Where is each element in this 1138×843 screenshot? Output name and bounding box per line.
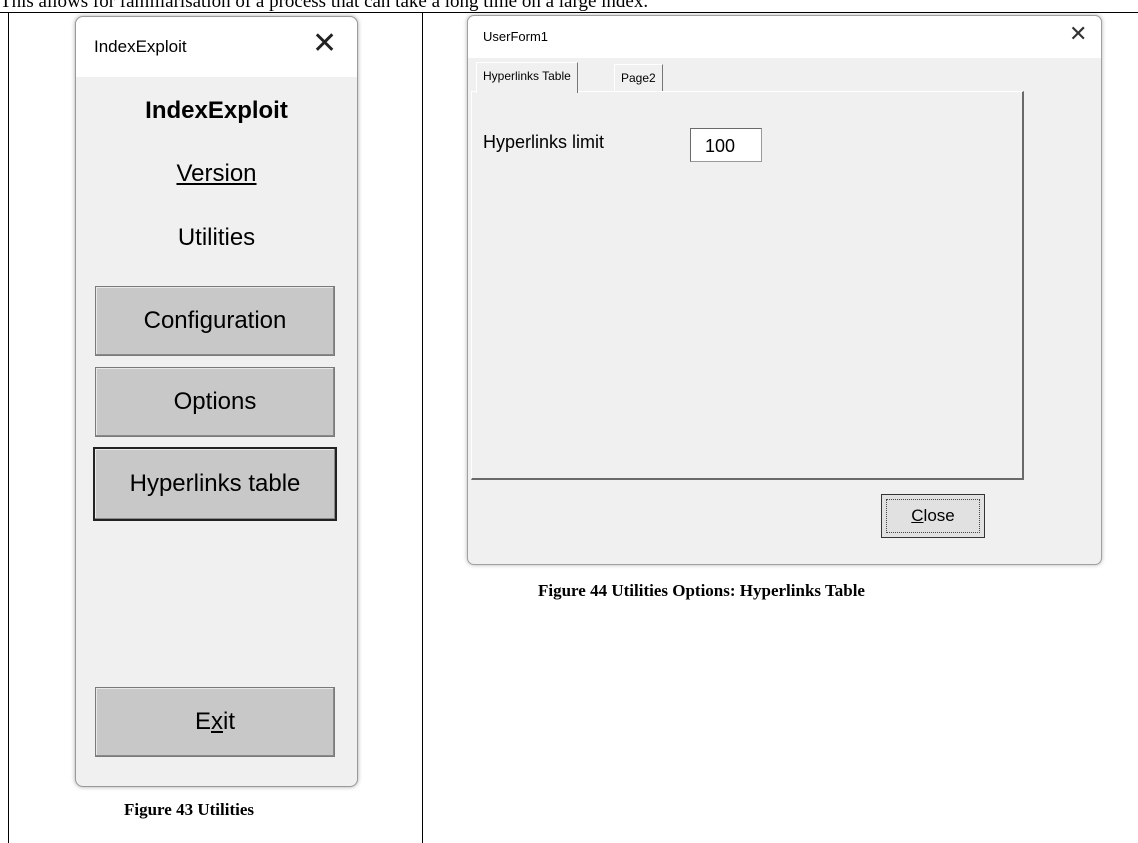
userform-window: UserForm1 ✕ Hyperlinks Table Page2 Hyper… [467,15,1102,565]
table-middle-rule [422,12,423,843]
hyperlinks-table-button[interactable]: Hyperlinks table [93,447,337,521]
indexexploit-titlebar: IndexExploit ✕ [76,17,357,77]
left-caption: Figure 43 Utilities [124,800,254,819]
window-title: UserForm1 [483,29,549,44]
exit-label-prefix: E [194,708,211,735]
close-icon[interactable]: ✕ [1069,23,1087,45]
options-button[interactable]: Options [95,367,335,437]
close-button[interactable]: Close [881,494,985,538]
section-label: Utilities [177,224,256,251]
focus-rectangle [886,499,980,533]
hyperlinks-limit-input[interactable]: 100 [690,128,762,162]
configuration-button[interactable]: Configuration [95,286,335,356]
userform-titlebar: UserForm1 ✕ [468,16,1101,58]
exit-label-suffix: it [223,708,235,735]
version-link[interactable]: Version [76,160,357,188]
hyperlinks-limit-label: Hyperlinks limit [483,132,605,152]
exit-button[interactable]: Exit [95,687,335,757]
tab-hyperlinks-table[interactable]: Hyperlinks Table [476,62,578,93]
table-left-rule [8,12,9,843]
app-title: IndexExploit [145,97,288,124]
tab-page2[interactable]: Page2 [614,64,663,91]
close-icon[interactable]: ✕ [312,29,337,59]
indexexploit-window: IndexExploit ✕ IndexExploit Version Util… [75,16,358,787]
window-title: IndexExploit [94,37,187,56]
right-caption: Figure 44 Utilities Options: Hyperlinks … [538,581,865,600]
table-top-rule [0,12,1138,13]
exit-label-accel: x [211,708,223,735]
